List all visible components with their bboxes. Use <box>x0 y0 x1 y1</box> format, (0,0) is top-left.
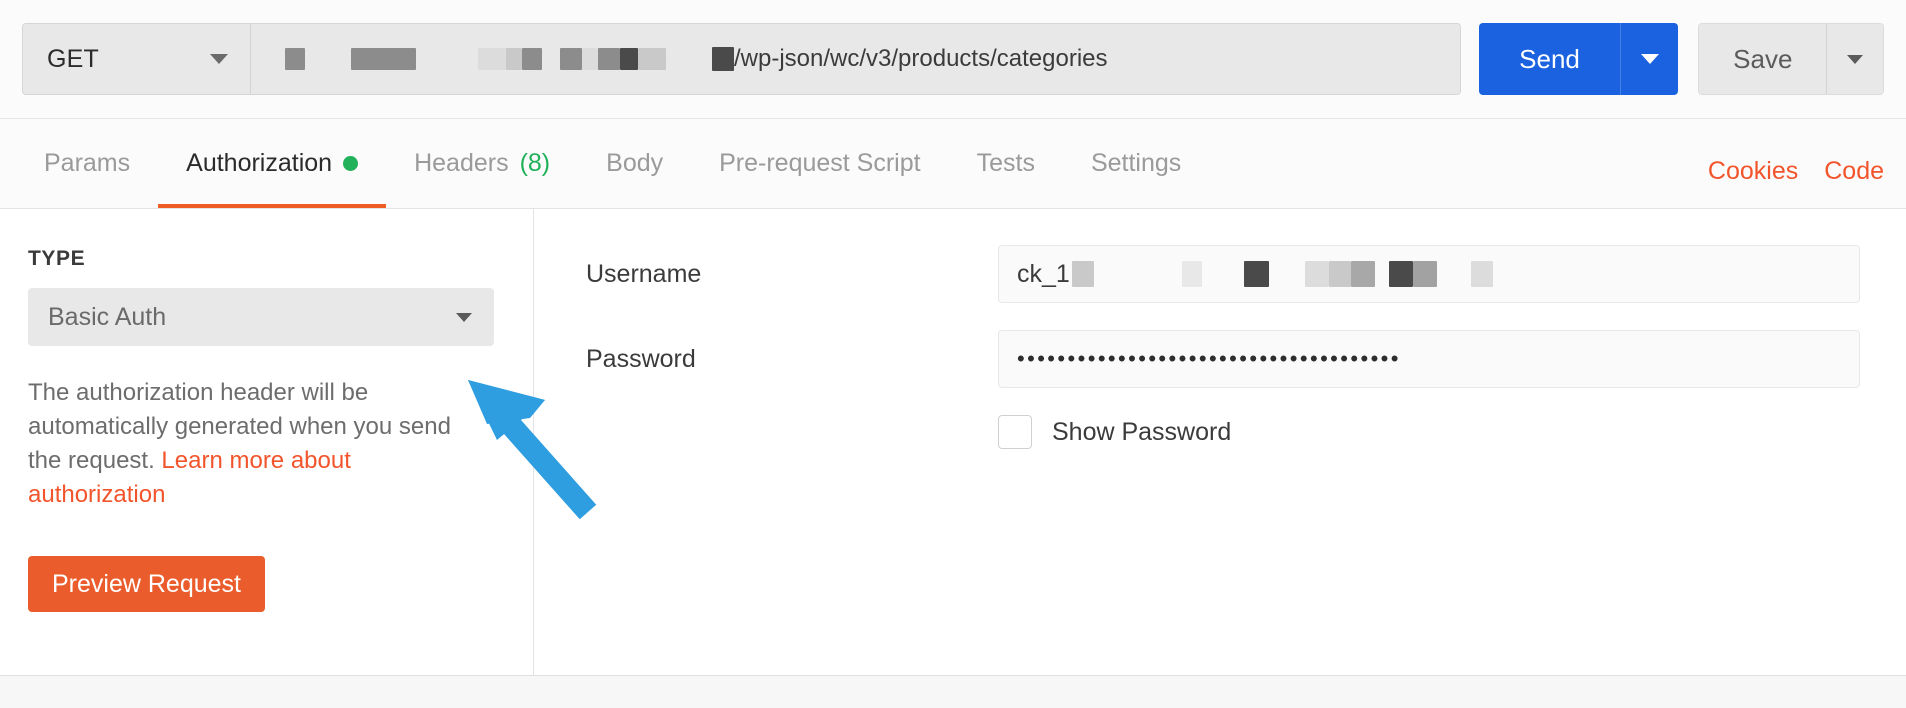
send-button-group: Send <box>1479 23 1679 95</box>
save-button[interactable]: Save <box>1699 24 1827 94</box>
auth-type-pane: TYPE Basic Auth The authorization header… <box>0 209 534 675</box>
chevron-down-icon <box>1847 54 1864 64</box>
http-method-select[interactable]: GET <box>23 24 251 94</box>
request-tabs: Params Authorization Headers (8) Body Pr… <box>0 119 1209 208</box>
username-redaction-block <box>1328 261 1351 287</box>
preview-request-button[interactable]: Preview Request <box>28 556 265 613</box>
username-row: Username ck_1 <box>586 245 1860 303</box>
tab-label: Body <box>606 149 664 177</box>
show-password-row: Show Password <box>998 415 1860 449</box>
chevron-down-icon <box>210 54 228 64</box>
authorization-content: TYPE Basic Auth The authorization header… <box>0 209 1906 675</box>
save-options-button[interactable] <box>1826 24 1883 94</box>
tab-label: Headers <box>414 149 509 177</box>
password-input[interactable]: •••••••••••••••••••••••••••••••••••••• <box>998 330 1860 388</box>
save-button-group: Save <box>1698 23 1884 95</box>
username-redaction-block <box>1243 261 1269 287</box>
postman-request-authorization-screen: GET /wp-json/wc/v3/products/categories S… <box>0 0 1906 708</box>
username-redaction-block <box>1181 261 1202 287</box>
headers-count-badge: (8) <box>519 149 551 177</box>
send-button[interactable]: Send <box>1479 23 1620 95</box>
green-dot-icon <box>343 156 359 171</box>
username-redaction-block <box>1470 261 1493 287</box>
tab-label: Pre-request Script <box>719 149 921 177</box>
method-url-group: GET /wp-json/wc/v3/products/categories <box>22 23 1462 95</box>
chevron-down-icon <box>456 312 472 322</box>
tab-authorization[interactable]: Authorization <box>158 119 387 208</box>
cookies-link[interactable]: Cookies <box>1708 157 1798 186</box>
username-redaction-block <box>1304 261 1329 287</box>
code-link[interactable]: Code <box>1824 157 1884 186</box>
username-input[interactable]: ck_1 <box>998 245 1860 303</box>
username-redaction-block <box>1071 261 1094 287</box>
credentials-pane: Username ck_1 Password •••••••••••••••••… <box>534 209 1906 675</box>
tab-label: Tests <box>976 149 1035 177</box>
tab-settings[interactable]: Settings <box>1063 119 1209 208</box>
password-masked-value: •••••••••••••••••••••••••••••••••••••• <box>1017 346 1401 371</box>
status-bar <box>0 675 1906 708</box>
send-options-button[interactable] <box>1619 23 1679 95</box>
url-text: /wp-json/wc/v3/products/categories <box>263 45 1108 73</box>
username-redaction-block <box>1388 261 1413 287</box>
chevron-down-icon <box>1640 54 1659 64</box>
request-tabs-bar: Params Authorization Headers (8) Body Pr… <box>0 119 1906 209</box>
url-path-text: /wp-json/wc/v3/products/categories <box>734 45 1108 72</box>
username-value: ck_1 <box>1017 260 1493 289</box>
auth-type-select[interactable]: Basic Auth <box>28 288 494 346</box>
show-password-label: Show Password <box>1052 417 1232 446</box>
tab-body[interactable]: Body <box>578 119 691 208</box>
tab-label: Params <box>44 149 131 177</box>
username-label: Username <box>586 259 702 288</box>
tab-tests[interactable]: Tests <box>949 119 1063 208</box>
tab-params[interactable]: Params <box>16 119 158 208</box>
username-redaction-block <box>1350 261 1375 287</box>
tab-pre-request-script[interactable]: Pre-request Script <box>691 119 948 208</box>
http-method-label: GET <box>47 44 99 73</box>
auth-type-value: Basic Auth <box>48 302 167 331</box>
password-row: Password •••••••••••••••••••••••••••••••… <box>586 330 1860 388</box>
username-prefix: ck_1 <box>1017 259 1070 288</box>
url-redaction-blocks <box>263 48 666 70</box>
password-label: Password <box>586 344 696 373</box>
show-password-checkbox[interactable] <box>998 415 1032 449</box>
tab-label: Settings <box>1090 149 1182 177</box>
auth-type-heading: TYPE <box>28 247 86 270</box>
tab-label: Authorization <box>186 149 333 177</box>
tab-headers[interactable]: Headers (8) <box>386 119 578 208</box>
tab-bar-actions: Cookies Code <box>1708 157 1906 208</box>
auth-help-text: The authorization header will be automat… <box>28 376 483 512</box>
request-bar: GET /wp-json/wc/v3/products/categories S… <box>0 0 1906 119</box>
username-redaction-block <box>1412 261 1437 287</box>
url-input[interactable]: /wp-json/wc/v3/products/categories <box>251 24 1461 94</box>
